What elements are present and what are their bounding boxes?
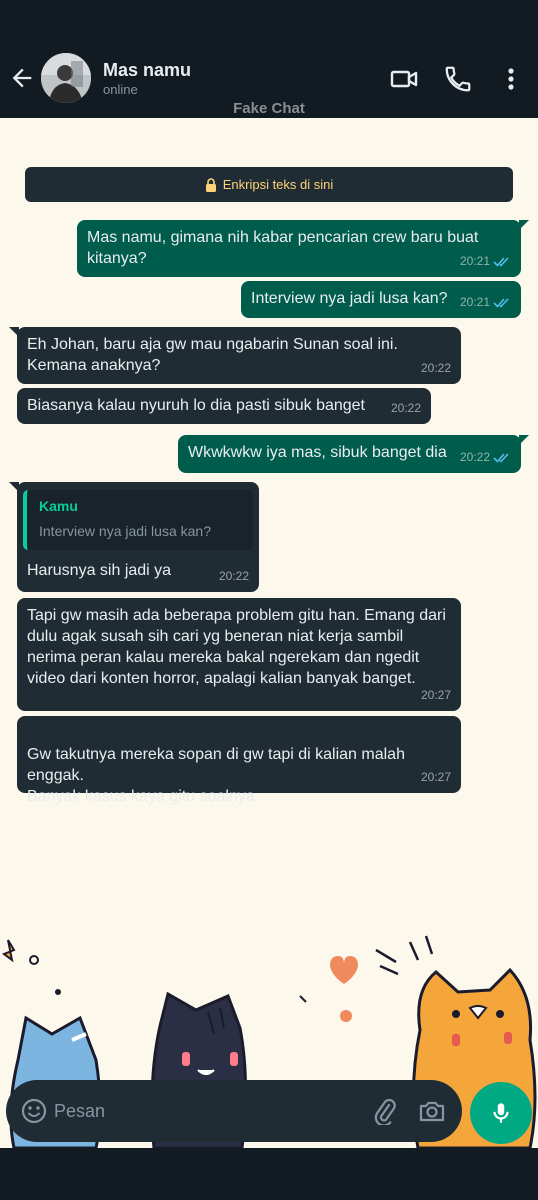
avatar[interactable] bbox=[41, 53, 91, 103]
message-text: Mas namu, gimana nih kabar pencarian cre… bbox=[87, 229, 479, 267]
message-time: 20:27 bbox=[420, 688, 451, 702]
more-vertical-icon[interactable] bbox=[496, 64, 526, 94]
system-navigation-bar bbox=[0, 1148, 538, 1200]
bubble-tail bbox=[519, 220, 529, 230]
message-meta: 20:22 bbox=[421, 358, 451, 379]
message-input[interactable]: Pesan bbox=[54, 1101, 105, 1122]
message-bubble-outgoing[interactable]: Mas namu, gimana nih kabar pencarian cre… bbox=[77, 220, 529, 277]
phone-icon[interactable] bbox=[443, 64, 473, 94]
message-bubble-outgoing[interactable]: Wkwkwkw iya mas, sibuk banget dia 20:22 bbox=[178, 435, 529, 473]
message-meta: 20:22 bbox=[391, 398, 421, 419]
message-text: Tapi gw masih ada beberapa problem gitu … bbox=[27, 607, 446, 687]
message-time: 20:22 bbox=[218, 569, 249, 583]
message-bubble-incoming[interactable]: Kamu Interview nya jadi lusa kan? Harusn… bbox=[9, 482, 259, 592]
message-text: Harusnya sih jadi ya bbox=[27, 562, 172, 579]
message-meta: 20:21 bbox=[460, 292, 511, 313]
message-time: 20:22 bbox=[420, 361, 451, 375]
read-ticks-icon bbox=[493, 453, 509, 463]
message-bubble-incoming[interactable]: Gw takutnya mereka sopan di gw tapi di k… bbox=[17, 716, 461, 805]
chat-header: Mas namu online Fake Chat bbox=[0, 0, 538, 118]
message-meta: 20:27 bbox=[421, 685, 451, 706]
video-call-icon[interactable] bbox=[389, 64, 419, 94]
avatar-image bbox=[41, 53, 91, 103]
back-arrow-icon[interactable] bbox=[8, 64, 36, 92]
encryption-notice-text: Enkripsi teks di sini bbox=[222, 177, 334, 192]
read-ticks-icon bbox=[493, 257, 509, 267]
message-time: 20:21 bbox=[459, 254, 490, 268]
quoted-author: Kamu bbox=[39, 498, 78, 514]
message-meta: 20:22 bbox=[460, 447, 511, 468]
mic-button[interactable] bbox=[470, 1082, 532, 1144]
message-time: 20:21 bbox=[459, 295, 490, 309]
lock-icon bbox=[205, 177, 216, 192]
message-time: 20:22 bbox=[459, 450, 490, 464]
quoted-text: Interview nya jadi lusa kan? bbox=[39, 523, 211, 539]
message-time: 20:27 bbox=[420, 770, 451, 784]
message-text: Gw takutnya mereka sopan di gw tapi di k… bbox=[27, 746, 405, 805]
message-time: 20:22 bbox=[390, 401, 421, 415]
message-meta: 20:27 bbox=[421, 767, 451, 788]
subtitle-label: Fake Chat bbox=[233, 100, 305, 117]
encryption-notice[interactable]: Enkripsi teks di sini bbox=[25, 167, 513, 202]
bubble-tail bbox=[9, 482, 19, 492]
contact-status: online bbox=[103, 82, 138, 97]
emoji-icon[interactable] bbox=[20, 1097, 48, 1125]
read-ticks-icon bbox=[493, 298, 509, 308]
mic-icon bbox=[493, 1103, 509, 1123]
message-text: Eh Johan, baru aja gw mau ngabarin Sunan… bbox=[27, 336, 398, 374]
bubble-tail bbox=[9, 327, 19, 337]
message-composer[interactable]: Pesan bbox=[6, 1080, 462, 1142]
message-bubble-incoming[interactable]: Eh Johan, baru aja gw mau ngabarin Sunan… bbox=[9, 327, 461, 384]
attach-icon[interactable] bbox=[370, 1097, 398, 1125]
message-meta: 20:22 bbox=[219, 566, 249, 587]
message-text: Biasanya kalau nyuruh lo dia pasti sibuk… bbox=[27, 397, 365, 414]
bubble-tail bbox=[519, 435, 529, 445]
message-bubble-outgoing[interactable]: Interview nya jadi lusa kan? 20:21 bbox=[241, 281, 521, 318]
message-bubble-incoming[interactable]: Tapi gw masih ada beberapa problem gitu … bbox=[17, 598, 461, 711]
camera-icon[interactable] bbox=[418, 1097, 446, 1125]
message-bubble-incoming[interactable]: Biasanya kalau nyuruh lo dia pasti sibuk… bbox=[17, 388, 431, 424]
chat-area[interactable]: Enkripsi teks di sini Mas namu, gimana n… bbox=[0, 118, 538, 1148]
contact-name[interactable]: Mas namu bbox=[103, 60, 191, 81]
quoted-reply[interactable]: Kamu Interview nya jadi lusa kan? bbox=[23, 490, 253, 550]
message-meta: 20:21 bbox=[460, 251, 511, 272]
